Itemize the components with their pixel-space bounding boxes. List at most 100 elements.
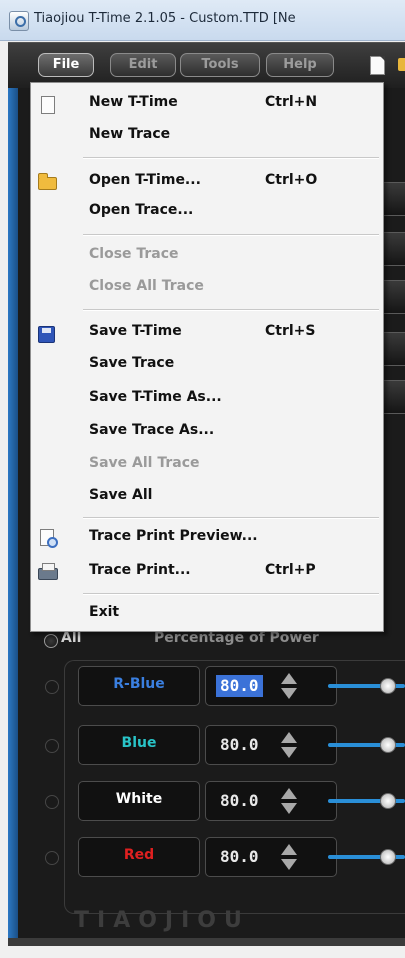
brand-logo: TIAOJIOU (74, 908, 250, 933)
menu-item-shortcut: Ctrl+P (265, 562, 316, 578)
value-spinner[interactable] (281, 673, 297, 700)
all-radio[interactable] (44, 634, 58, 648)
spin-down-icon[interactable] (281, 859, 297, 870)
channel-value-input[interactable]: 80.0 (205, 666, 337, 706)
menu-item-label: New Trace (89, 126, 171, 142)
menu-item-save-trace-as[interactable]: Save Trace As... (31, 417, 383, 447)
channel-radio[interactable] (45, 680, 59, 694)
spin-up-icon[interactable] (281, 788, 297, 799)
print-preview-icon (40, 529, 58, 548)
power-slider-thumb[interactable] (380, 737, 396, 753)
value-spinner[interactable] (281, 844, 297, 871)
channel-value[interactable]: 80.0 (216, 734, 263, 756)
channel-name-box: Red (78, 837, 200, 877)
menu-item-label: Open T-Time... (89, 172, 201, 188)
power-slider-thumb[interactable] (380, 793, 396, 809)
channel-name-box: R-Blue (78, 666, 200, 706)
open-folder-icon (38, 173, 57, 190)
menu-separator (83, 157, 379, 159)
menu-item-save-all-trace: Save All Trace (31, 450, 383, 480)
spin-down-icon[interactable] (281, 747, 297, 758)
menu-item-label: Save T-Time As... (89, 389, 222, 405)
menu-item-open-trace[interactable]: Open Trace... (31, 197, 383, 227)
menu-item-save-t-time-as[interactable]: Save T-Time As... (31, 384, 383, 414)
menu-separator (83, 309, 379, 311)
app-icon[interactable] (9, 11, 29, 31)
menu-item-save-all[interactable]: Save All (31, 482, 383, 512)
new-file-icon (41, 96, 55, 114)
menu-tools[interactable]: Tools (180, 53, 260, 77)
channel-value[interactable]: 80.0 (216, 846, 263, 868)
spin-down-icon[interactable] (281, 688, 297, 699)
channel-row-blue: Blue 80.0 (0, 722, 405, 768)
menu-item-label: Save T-Time (89, 323, 182, 339)
channel-radio[interactable] (45, 795, 59, 809)
open-folder-icon[interactable] (398, 58, 405, 71)
menu-item-label: Save All (89, 487, 153, 503)
menu-item-trace-print-preview[interactable]: Trace Print Preview... (31, 523, 383, 553)
spin-down-icon[interactable] (281, 803, 297, 814)
printer-icon (38, 563, 58, 580)
menu-item-save-t-time[interactable]: Save T-Time Ctrl+S (31, 318, 383, 348)
menu-separator (83, 593, 379, 595)
menu-item-trace-print[interactable]: Trace Print... Ctrl+P (31, 557, 383, 587)
menu-item-label: Save All Trace (89, 455, 200, 471)
channel-row-r-blue: R-Blue 80.0 (0, 663, 405, 709)
channel-name-box: White (78, 781, 200, 821)
channel-value-input[interactable]: 80.0 (205, 781, 337, 821)
channel-value-input[interactable]: 80.0 (205, 837, 337, 877)
channel-value[interactable]: 80.0 (216, 675, 263, 697)
menu-edit[interactable]: Edit (110, 53, 176, 77)
menu-item-label: Trace Print Preview... (89, 528, 258, 544)
channel-value-input[interactable]: 80.0 (205, 725, 337, 765)
spin-up-icon[interactable] (281, 844, 297, 855)
save-disk-icon (38, 326, 55, 343)
menu-separator (83, 517, 379, 519)
channel-radio[interactable] (45, 739, 59, 753)
title-bar[interactable]: Tiaojiou T-Time 2.1.05 - Custom.TTD [Ne (0, 0, 405, 41)
power-title: Percentage of Power (154, 630, 319, 646)
spin-up-icon[interactable] (281, 673, 297, 684)
channel-value[interactable]: 80.0 (216, 790, 263, 812)
menu-item-shortcut: Ctrl+N (265, 94, 318, 110)
power-slider-thumb[interactable] (380, 678, 396, 694)
menu-item-label: Trace Print... (89, 562, 191, 578)
channel-name: Red (123, 847, 155, 863)
menu-item-exit[interactable]: Exit (31, 599, 383, 629)
value-spinner[interactable] (281, 732, 297, 759)
power-slider-thumb[interactable] (380, 849, 396, 865)
menu-file[interactable]: File (38, 53, 94, 77)
all-radio-label: All (61, 630, 82, 646)
menu-item-new-trace[interactable]: New Trace (31, 121, 383, 151)
menu-item-label: Exit (89, 604, 120, 620)
channel-row-red: Red 80.0 (0, 834, 405, 880)
window-title: Tiaojiou T-Time 2.1.05 - Custom.TTD [Ne (34, 11, 296, 26)
channel-name: Blue (121, 735, 157, 751)
menu-item-label: Save Trace As... (89, 422, 215, 438)
channel-name: White (115, 791, 163, 807)
menu-item-label: Open Trace... (89, 202, 194, 218)
menu-item-close-trace: Close Trace (31, 241, 383, 271)
menu-separator (83, 234, 379, 236)
spin-up-icon[interactable] (281, 732, 297, 743)
menu-item-open-t-time[interactable]: Open T-Time... Ctrl+O (31, 167, 383, 197)
menu-item-shortcut: Ctrl+S (265, 323, 316, 339)
app-window: Tiaojiou T-Time 2.1.05 - Custom.TTD [Ne … (0, 0, 405, 958)
menu-item-new-t-time[interactable]: New T-Time Ctrl+N (31, 89, 383, 119)
file-menu: New T-Time Ctrl+N New Trace Open T-Time.… (30, 82, 384, 632)
menu-item-label: New T-Time (89, 94, 178, 110)
menu-help[interactable]: Help (266, 53, 334, 77)
menu-item-label: Close All Trace (89, 278, 204, 294)
menu-item-shortcut: Ctrl+O (265, 172, 318, 188)
menu-item-label: Save Trace (89, 355, 175, 371)
channel-name: R-Blue (113, 676, 165, 692)
menu-item-close-all-trace: Close All Trace (31, 273, 383, 303)
channel-row-white: White 80.0 (0, 778, 405, 824)
panel-bottom-border (8, 938, 405, 946)
menu-item-label: Close Trace (89, 246, 179, 262)
channel-name-box: Blue (78, 725, 200, 765)
value-spinner[interactable] (281, 788, 297, 815)
menu-item-save-trace[interactable]: Save Trace (31, 350, 383, 380)
new-file-icon[interactable] (370, 56, 385, 75)
channel-radio[interactable] (45, 851, 59, 865)
